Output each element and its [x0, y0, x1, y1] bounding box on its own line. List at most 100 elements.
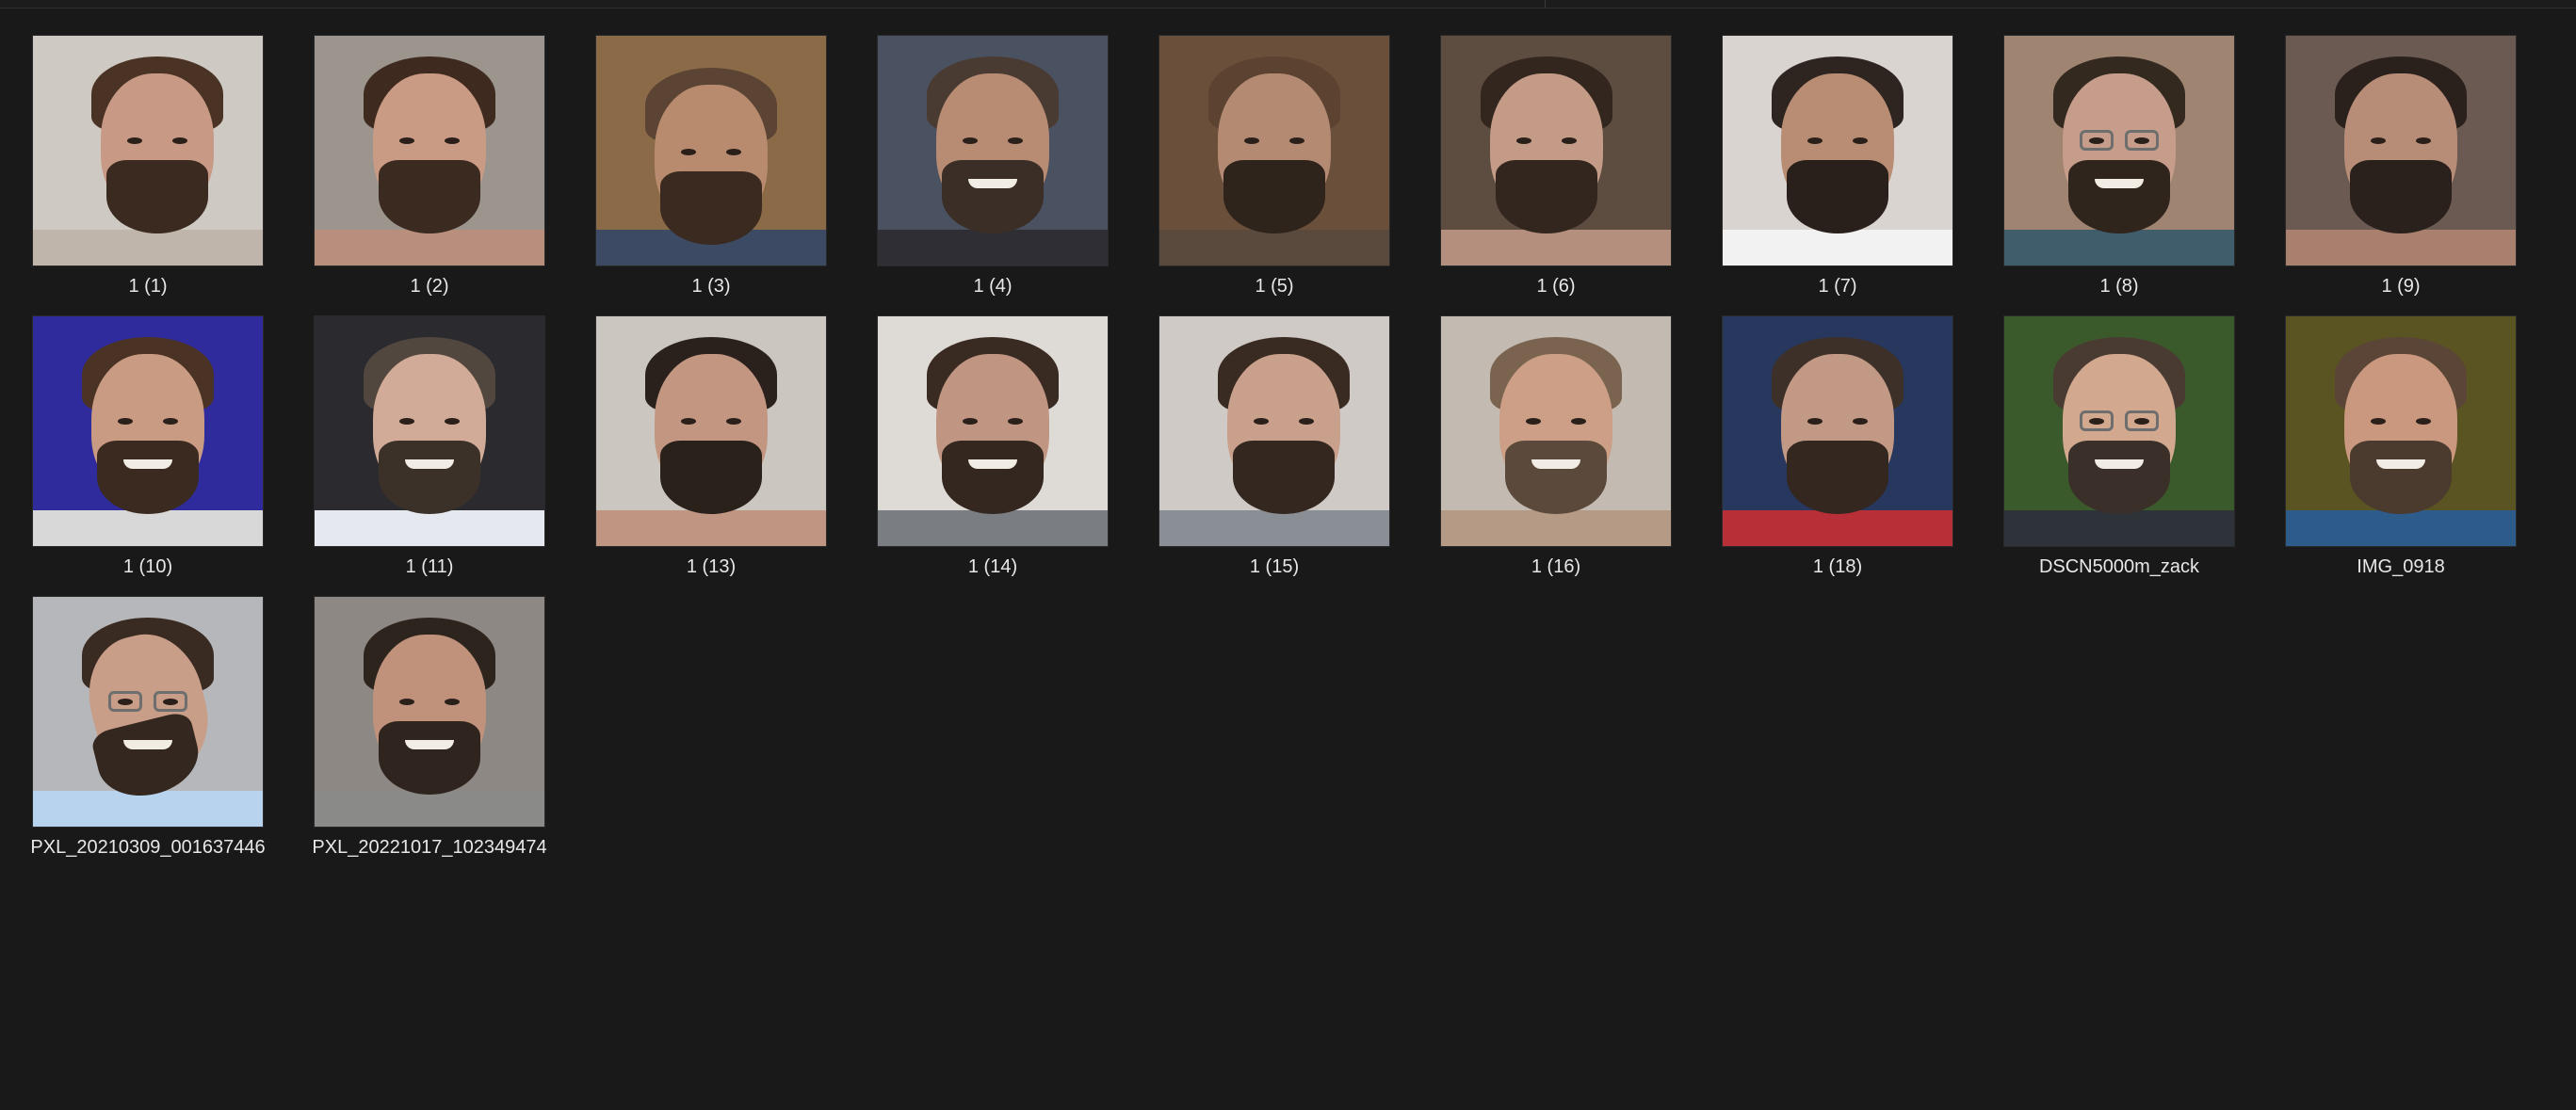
file-name-label[interactable]: PXL_20221017_102349474 [282, 836, 577, 859]
image-thumbnail[interactable] [1723, 36, 1952, 265]
image-thumbnail[interactable] [1159, 36, 1389, 265]
file-item[interactable]: PXL_20221017_102349474 [282, 563, 547, 858]
eye-shape [2371, 137, 2386, 144]
eye-shape [681, 418, 696, 425]
file-item[interactable]: PXL_20210309_001637446 [0, 563, 266, 858]
smile-shape [2095, 179, 2144, 188]
beard-shape [660, 441, 762, 514]
shirt-shape [1441, 510, 1671, 546]
file-item[interactable]: 1 (3) [563, 2, 827, 297]
image-thumbnail[interactable] [596, 36, 826, 265]
beard-shape [2350, 441, 2452, 514]
smile-shape [405, 459, 454, 469]
image-thumbnail[interactable] [2004, 36, 2234, 265]
file-item[interactable]: 1 (8) [1971, 2, 2235, 297]
file-name-label[interactable]: 1 (15) [1126, 555, 1422, 578]
file-item[interactable]: 1 (13) [563, 282, 827, 577]
eye-shape [1571, 418, 1586, 425]
image-thumbnail[interactable] [2286, 36, 2516, 265]
file-item[interactable]: 1 (4) [845, 2, 1109, 297]
file-item[interactable]: 1 (1) [0, 2, 264, 297]
file-name-label[interactable]: 1 (18) [1690, 555, 1985, 578]
image-thumbnail[interactable] [2004, 316, 2234, 546]
eye-shape [445, 137, 460, 144]
shirt-shape [2286, 510, 2516, 546]
shirt-shape [315, 230, 544, 265]
shirt-shape [2004, 230, 2234, 265]
file-item[interactable]: 1 (2) [282, 2, 545, 297]
eye-shape [1807, 137, 1823, 144]
file-name-label[interactable]: IMG_0918 [2253, 555, 2549, 578]
eye-shape [1008, 418, 1023, 425]
eye-shape [1516, 137, 1531, 144]
eye-shape [399, 137, 414, 144]
file-item[interactable]: 1 (10) [0, 282, 264, 577]
file-item[interactable]: IMG_0918 [2253, 282, 2517, 577]
file-item[interactable]: 1 (6) [1408, 2, 1672, 297]
file-item[interactable]: DSCN5000m_zack [1971, 282, 2235, 577]
image-thumbnail[interactable] [1441, 316, 1671, 546]
image-thumbnail[interactable] [33, 36, 263, 265]
image-thumbnail[interactable] [315, 316, 544, 546]
beard-shape [942, 441, 1044, 514]
eye-shape [2371, 418, 2386, 425]
beard-shape [1787, 441, 1888, 514]
eye-shape [1526, 418, 1541, 425]
beard-shape [379, 160, 480, 233]
smile-shape [968, 179, 1017, 188]
file-item[interactable]: 1 (7) [1690, 2, 1953, 297]
beard-shape [1505, 441, 1607, 514]
eye-shape [1254, 418, 1269, 425]
beard-shape [97, 441, 199, 514]
eye-shape [127, 137, 142, 144]
shirt-shape [878, 230, 1108, 265]
shirt-shape [315, 510, 544, 546]
eye-shape [963, 137, 978, 144]
file-item[interactable]: 1 (16) [1408, 282, 1672, 577]
file-name-label[interactable]: 1 (13) [563, 555, 859, 578]
image-thumbnail[interactable] [33, 316, 263, 546]
eye-shape [1807, 418, 1823, 425]
file-item[interactable]: 1 (11) [282, 282, 545, 577]
file-item[interactable]: 1 (15) [1126, 282, 1390, 577]
image-thumbnail[interactable] [315, 36, 544, 265]
beard-shape [942, 160, 1044, 233]
glasses-shape [2080, 130, 2114, 151]
shirt-shape [315, 791, 544, 827]
eye-shape [445, 418, 460, 425]
shirt-shape [1723, 230, 1952, 265]
beard-shape [2068, 441, 2170, 514]
file-item[interactable]: 1 (9) [2253, 2, 2517, 297]
file-name-label[interactable]: DSCN5000m_zack [1971, 555, 2267, 578]
file-item[interactable]: 1 (18) [1690, 282, 1953, 577]
file-item[interactable]: 1 (5) [1126, 2, 1390, 297]
image-thumbnail[interactable] [315, 597, 544, 827]
shirt-shape [596, 510, 826, 546]
image-thumbnail[interactable] [1723, 316, 1952, 546]
image-thumbnail[interactable] [596, 316, 826, 546]
eye-shape [172, 137, 187, 144]
smile-shape [123, 740, 172, 749]
image-thumbnail[interactable] [33, 597, 263, 827]
beard-shape [660, 171, 762, 245]
image-thumbnail[interactable] [1159, 316, 1389, 546]
file-name-label[interactable]: 1 (14) [845, 555, 1141, 578]
file-name-label[interactable]: 1 (16) [1408, 555, 1704, 578]
eye-shape [1008, 137, 1023, 144]
glasses-shape [2080, 410, 2114, 431]
image-thumbnail[interactable] [1441, 36, 1671, 265]
beard-shape [1223, 160, 1325, 233]
smile-shape [1531, 459, 1580, 469]
file-thumbnail-grid: 1 (1) 1 (2) 1 (3) 1 (4) 1 (5) 1 (6) 1 (7) 1 (8)… [0, 0, 2576, 1110]
image-thumbnail[interactable] [878, 36, 1108, 265]
beard-shape [379, 441, 480, 514]
file-item[interactable]: 1 (14) [845, 282, 1109, 577]
eye-shape [399, 699, 414, 705]
shirt-shape [1159, 510, 1389, 546]
image-thumbnail[interactable] [2286, 316, 2516, 546]
image-thumbnail[interactable] [878, 316, 1108, 546]
file-name-label[interactable]: PXL_20210309_001637446 [0, 836, 296, 859]
eye-shape [1853, 418, 1868, 425]
shirt-shape [1441, 230, 1671, 265]
beard-shape [2068, 160, 2170, 233]
